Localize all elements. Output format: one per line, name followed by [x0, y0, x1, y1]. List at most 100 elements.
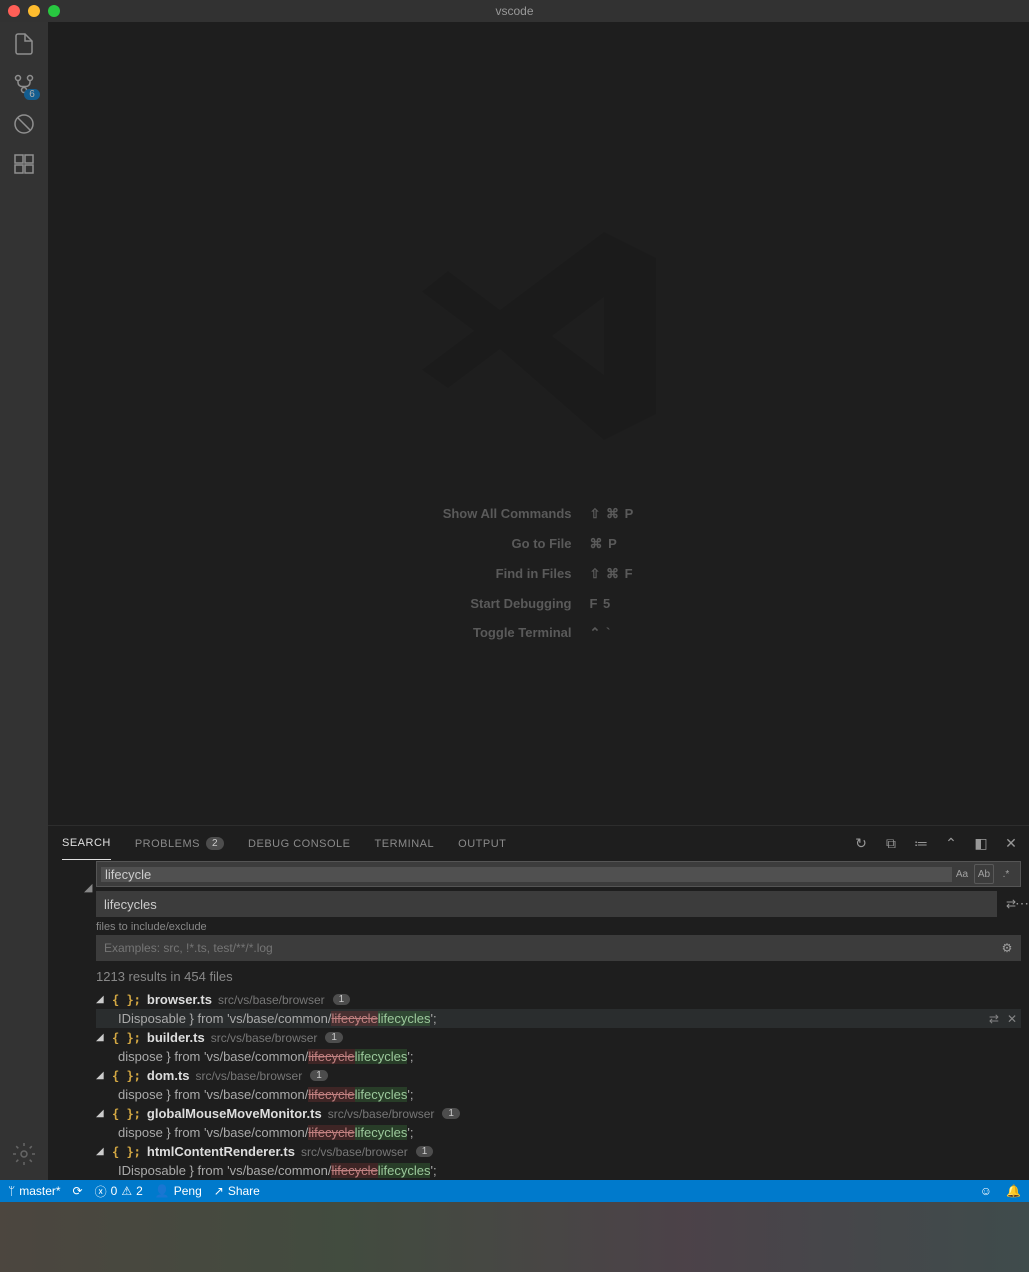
minimize-window-button[interactable] [28, 5, 40, 17]
extensions-icon[interactable] [10, 150, 38, 178]
match-word-icon[interactable]: Ab [974, 864, 994, 884]
tab-search[interactable]: SEARCH [62, 827, 111, 860]
branch-icon: ᛘ [8, 1184, 15, 1198]
problems-status[interactable]: ⓧ 0 ⚠ 2 [95, 1183, 143, 1200]
settings-gear-icon[interactable] [10, 1140, 38, 1168]
tip-label: Toggle Terminal [443, 625, 572, 641]
tab-problems[interactable]: PROBLEMS 2 [135, 827, 224, 860]
more-options-icon[interactable]: ⋯ [1015, 895, 1029, 912]
file-icon: { }; [112, 1107, 141, 1121]
source-control-icon[interactable]: 6 [10, 70, 38, 98]
bottom-panel: SEARCH PROBLEMS 2 DEBUG CONSOLE TERMINAL… [48, 825, 1029, 1180]
warning-icon: ⚠ [121, 1184, 132, 1198]
liveshare-user[interactable]: 👤 Peng [155, 1184, 202, 1198]
activity-bar: 6 [0, 22, 48, 1180]
match-count-badge: 1 [416, 1146, 434, 1157]
window-title: vscode [495, 4, 533, 18]
user-name: Peng [174, 1184, 202, 1198]
result-line[interactable]: dispose } from 'vs/base/common/lifecycle… [96, 1123, 1021, 1142]
file-name: browser.ts [147, 992, 212, 1007]
use-exclude-settings-icon[interactable]: ⚙ [997, 941, 1017, 955]
tip-shortcut: ⌃ ` [590, 625, 635, 641]
editor-area: Show All Commands⇧ ⌘ PGo to File⌘ PFind … [48, 22, 1029, 1180]
result-file[interactable]: ◢ { }; dom.ts src/vs/base/browser 1 [96, 1066, 1021, 1085]
tab-terminal[interactable]: TERMINAL [375, 828, 435, 860]
titlebar: vscode [0, 0, 1029, 22]
bell-icon[interactable]: 🔔 [1006, 1184, 1021, 1198]
dismiss-icon[interactable]: ✕ [1007, 1012, 1017, 1026]
git-branch[interactable]: ᛘ master* [8, 1184, 61, 1198]
vscode-logo-icon [409, 206, 669, 466]
tab-output[interactable]: OUTPUT [458, 828, 506, 860]
search-body: ◢ Aa Ab .* ⇄ ⋯ files to include/ex [48, 861, 1029, 1180]
tip-label: Go to File [443, 536, 572, 552]
file-path: src/vs/base/browser [196, 1069, 303, 1083]
search-input[interactable] [101, 867, 952, 882]
error-icon: ⓧ [95, 1183, 107, 1200]
match-count-badge: 1 [310, 1070, 328, 1081]
file-icon: { }; [112, 1069, 141, 1083]
file-name: htmlContentRenderer.ts [147, 1144, 295, 1159]
sync-icon[interactable]: ⟳ [73, 1184, 83, 1198]
watermark-tips: Show All Commands⇧ ⌘ PGo to File⌘ PFind … [443, 506, 635, 641]
debug-icon[interactable] [10, 110, 38, 138]
match-count-badge: 1 [325, 1032, 343, 1043]
share-icon: ↗ [214, 1184, 224, 1198]
line-text: IDisposable } from 'vs/base/common/lifec… [118, 1163, 437, 1178]
refresh-icon[interactable]: ↻ [853, 836, 869, 852]
twisty-icon: ◢ [96, 1108, 106, 1119]
person-icon: 👤 [155, 1184, 170, 1198]
line-text: IDisposable } from 'vs/base/common/lifec… [118, 1011, 437, 1026]
panel-tabs: SEARCH PROBLEMS 2 DEBUG CONSOLE TERMINAL… [48, 826, 1029, 861]
traffic-lights [8, 5, 60, 17]
result-line[interactable]: IDisposable } from 'vs/base/common/lifec… [96, 1009, 1021, 1028]
line-text: dispose } from 'vs/base/common/lifecycle… [118, 1125, 413, 1140]
warning-count: 2 [136, 1184, 143, 1198]
result-line[interactable]: dispose } from 'vs/base/common/lifecycle… [96, 1047, 1021, 1066]
replace-input[interactable] [100, 897, 993, 912]
scm-badge: 6 [24, 89, 40, 100]
layout-icon[interactable]: ◧ [973, 836, 989, 852]
chevron-up-icon[interactable]: ⌃ [943, 836, 959, 852]
file-name: globalMouseMoveMonitor.ts [147, 1106, 322, 1121]
line-text: dispose } from 'vs/base/common/lifecycle… [118, 1087, 413, 1102]
file-name: dom.ts [147, 1068, 190, 1083]
share-button[interactable]: ↗ Share [214, 1184, 260, 1198]
twisty-icon: ◢ [96, 994, 106, 1005]
tab-debug-console[interactable]: DEBUG CONSOLE [248, 828, 350, 860]
tip-label: Show All Commands [443, 506, 572, 522]
result-file[interactable]: ◢ { }; builder.ts src/vs/base/browser 1 [96, 1028, 1021, 1047]
desktop-background-strip [0, 1202, 1029, 1272]
explorer-icon[interactable] [10, 30, 38, 58]
result-file[interactable]: ◢ { }; globalMouseMoveMonitor.ts src/vs/… [96, 1104, 1021, 1123]
tip-shortcut: ⌘ P [590, 536, 635, 552]
welcome-watermark: Show All Commands⇧ ⌘ PGo to File⌘ PFind … [48, 22, 1029, 825]
match-case-icon[interactable]: Aa [952, 864, 972, 884]
result-line[interactable]: IDisposable } from 'vs/base/common/lifec… [96, 1161, 1021, 1180]
tab-problems-label: PROBLEMS [135, 838, 200, 850]
match-count-badge: 1 [442, 1108, 460, 1119]
file-path: src/vs/base/browser [328, 1107, 435, 1121]
toggle-replace-icon[interactable]: ◢ [84, 881, 92, 894]
include-label: files to include/exclude [96, 921, 1021, 933]
result-file[interactable]: ◢ { }; htmlContentRenderer.ts src/vs/bas… [96, 1142, 1021, 1161]
result-line[interactable]: dispose } from 'vs/base/common/lifecycle… [96, 1085, 1021, 1104]
maximize-window-button[interactable] [48, 5, 60, 17]
file-path: src/vs/base/browser [301, 1145, 408, 1159]
include-input[interactable] [100, 941, 997, 955]
main-container: 6 Show All Commands⇧ ⌘ PGo to File⌘ PFin… [0, 22, 1029, 1180]
replace-one-icon[interactable]: ⇄ [989, 1012, 999, 1026]
line-text: dispose } from 'vs/base/common/lifecycle… [118, 1049, 413, 1064]
share-label: Share [228, 1184, 260, 1198]
statusbar: ᛘ master* ⟳ ⓧ 0 ⚠ 2 👤 Peng ↗ Share ☺ 🔔 [0, 1180, 1029, 1202]
clear-icon[interactable]: ≔ [913, 836, 929, 852]
feedback-icon[interactable]: ☺ [980, 1184, 992, 1198]
close-window-button[interactable] [8, 5, 20, 17]
branch-name: master* [19, 1184, 60, 1198]
twisty-icon: ◢ [96, 1146, 106, 1157]
result-file[interactable]: ◢ { }; browser.ts src/vs/base/browser 1 [96, 990, 1021, 1009]
collapse-icon[interactable]: ⧉ [883, 836, 899, 852]
regex-icon[interactable]: .* [996, 864, 1016, 884]
twisty-icon: ◢ [96, 1070, 106, 1081]
close-panel-icon[interactable]: ✕ [1003, 836, 1019, 852]
